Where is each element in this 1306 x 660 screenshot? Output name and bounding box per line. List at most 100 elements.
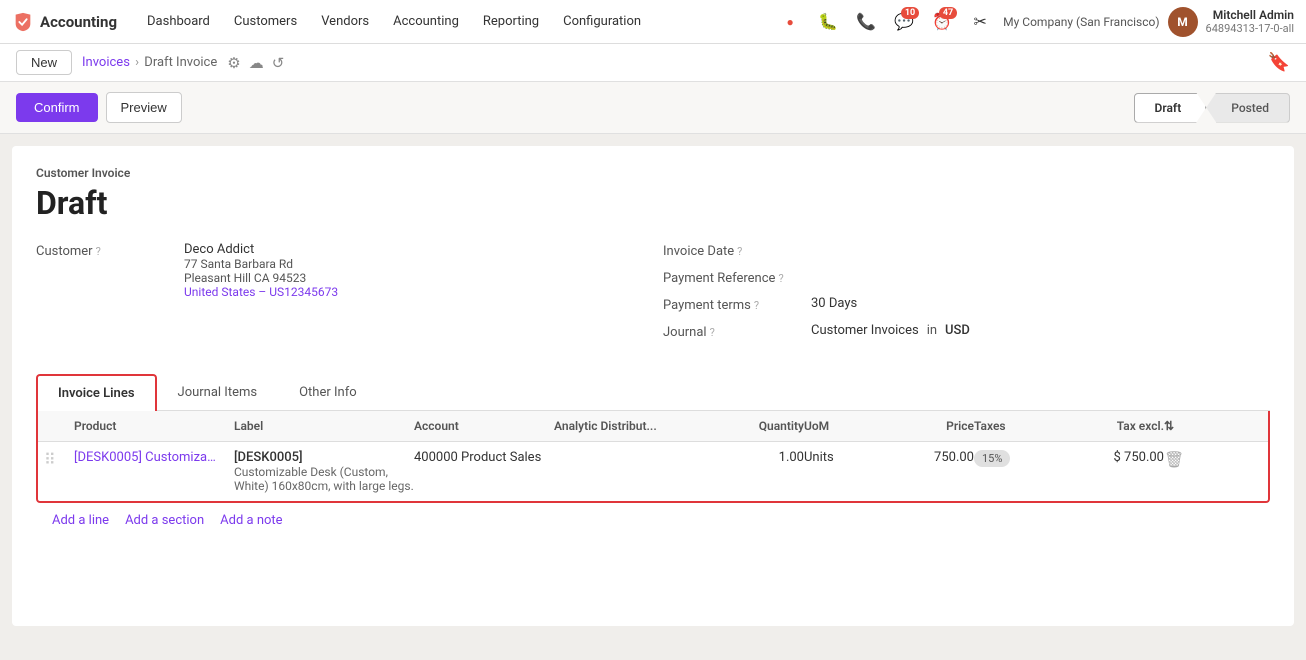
add-note-link[interactable]: Add a note <box>220 513 282 528</box>
clock-badge: 47 <box>939 7 957 19</box>
payment-reference-field: Payment Reference ? <box>663 269 1270 286</box>
user-code: 64894313-17-0-all <box>1206 22 1294 35</box>
chat-icon[interactable]: 💬 10 <box>889 7 919 37</box>
tab-other-info[interactable]: Other Info <box>278 374 378 411</box>
form-right-column: Invoice Date ? Payment Reference ? Payme… <box>663 242 1270 350</box>
add-line-link[interactable]: Add a line <box>52 513 109 528</box>
currency-in-label: in <box>927 323 937 338</box>
customer-address-2: Pleasant Hill CA 94523 <box>184 271 338 285</box>
user-avatar[interactable]: M <box>1168 7 1198 37</box>
journal-value[interactable]: Customer Invoices <box>811 323 919 338</box>
nav-vendors[interactable]: Vendors <box>311 10 379 33</box>
nav-customers[interactable]: Customers <box>224 10 307 33</box>
refresh-icon[interactable]: ↺ <box>272 54 285 72</box>
row-label-main: [DESK0005] <box>234 450 414 465</box>
payment-terms-value[interactable]: 30 Days <box>811 296 857 311</box>
customer-help-icon[interactable]: ? <box>96 245 101 258</box>
invoice-date-label: Invoice Date ? <box>663 242 803 259</box>
breadcrumb-current: Draft Invoice <box>144 55 217 70</box>
th-label: Label <box>234 419 414 433</box>
invoice-type-label: Customer Invoice <box>36 166 1270 180</box>
tab-invoice-lines[interactable]: Invoice Lines <box>36 374 157 411</box>
status-posted[interactable]: Posted <box>1206 93 1290 123</box>
cloud-icon[interactable]: ☁ <box>249 54 264 72</box>
main-content: Customer Invoice Draft Customer ? Deco A… <box>12 146 1294 626</box>
tax-badge[interactable]: 15% <box>974 450 1010 467</box>
new-button[interactable]: New <box>16 50 72 75</box>
table-header: Product Label Account Analytic Distribut… <box>38 411 1268 442</box>
customer-field: Customer ? Deco Addict 77 Santa Barbara … <box>36 242 643 299</box>
tab-journal-items[interactable]: Journal Items <box>157 374 279 411</box>
confirm-button[interactable]: Confirm <box>16 93 98 122</box>
th-analytic: Analytic Distribut... <box>554 419 724 433</box>
invoice-lines-table: Product Label Account Analytic Distribut… <box>36 411 1270 503</box>
nav-dashboard[interactable]: Dashboard <box>137 10 220 33</box>
th-quantity: Quantity <box>724 419 804 433</box>
row-drag-handle[interactable]: ⠿ <box>44 450 74 469</box>
invoice-date-field: Invoice Date ? <box>663 242 1270 259</box>
payment-reference-help-icon[interactable]: ? <box>778 272 783 285</box>
row-tax-excl: $ 750.00 <box>1064 450 1164 465</box>
currency-value[interactable]: USD <box>945 323 970 338</box>
action-bar: Confirm Preview Draft Posted <box>0 82 1306 134</box>
status-bar: Draft Posted <box>1134 93 1290 123</box>
status-dot-icon[interactable]: ● <box>775 7 805 37</box>
wrench-icon[interactable]: ✂ <box>965 7 995 37</box>
customer-name-link[interactable]: Deco Addict <box>184 242 254 257</box>
invoice-form: Customer ? Deco Addict 77 Santa Barbara … <box>36 242 1270 350</box>
tabs-bar: Invoice Lines Journal Items Other Info <box>36 374 1270 411</box>
invoice-date-help-icon[interactable]: ? <box>737 245 742 258</box>
th-account: Account <box>414 419 554 433</box>
user-name: Mitchell Admin <box>1206 8 1294 22</box>
app-name: Accounting <box>40 13 117 31</box>
row-label[interactable]: [DESK0005] Customizable Desk (Custom, Wh… <box>234 450 414 493</box>
th-taxes: Taxes <box>974 419 1064 433</box>
clock-icon[interactable]: ⏰ 47 <box>927 7 957 37</box>
th-tax-excl: Tax excl. <box>1064 419 1164 433</box>
customer-address-1: 77 Santa Barbara Rd <box>184 257 338 271</box>
payment-terms-field: Payment terms ? 30 Days <box>663 296 1270 313</box>
customer-label: Customer ? <box>36 242 176 259</box>
journal-help-icon[interactable]: ? <box>710 326 715 339</box>
table-row: ⠿ [DESK0005] Customiza… [DESK0005] Custo… <box>38 442 1268 501</box>
th-price: Price <box>884 419 974 433</box>
breadcrumb: Invoices › Draft Invoice <box>82 55 217 70</box>
customer-value: Deco Addict 77 Santa Barbara Rd Pleasant… <box>184 242 338 299</box>
user-info[interactable]: Mitchell Admin 64894313-17-0-all <box>1206 8 1294 35</box>
nav-menu: Dashboard Customers Vendors Accounting R… <box>137 10 755 33</box>
bug-icon[interactable]: 🐛 <box>813 7 843 37</box>
add-section-link[interactable]: Add a section <box>125 513 204 528</box>
form-left-column: Customer ? Deco Addict 77 Santa Barbara … <box>36 242 643 350</box>
payment-terms-help-icon[interactable]: ? <box>754 299 759 312</box>
row-label-detail: Customizable Desk (Custom, White) 160x80… <box>234 465 414 493</box>
nav-configuration[interactable]: Configuration <box>553 10 651 33</box>
row-uom[interactable]: Units <box>804 450 884 465</box>
phone-icon[interactable]: 📞 <box>851 7 881 37</box>
nav-reporting[interactable]: Reporting <box>473 10 549 33</box>
customer-address-3[interactable]: United States – US12345673 <box>184 285 338 299</box>
th-product: Product <box>74 419 234 433</box>
status-draft[interactable]: Draft <box>1134 93 1207 123</box>
row-taxes[interactable]: 15% <box>974 450 1064 467</box>
row-quantity[interactable]: 1.00 <box>724 450 804 465</box>
payment-terms-label: Payment terms ? <box>663 296 803 313</box>
row-product[interactable]: [DESK0005] Customiza… <box>74 450 234 465</box>
table-footer: Add a line Add a section Add a note <box>36 503 1270 538</box>
settings-icon[interactable]: ⚙ <box>227 54 240 72</box>
breadcrumb-bar: New Invoices › Draft Invoice ⚙ ☁ ↺ 🔖 <box>0 44 1306 82</box>
breadcrumb-separator: › <box>135 55 139 70</box>
journal-field: Journal ? Customer Invoices in USD <box>663 323 1270 340</box>
payment-reference-label: Payment Reference ? <box>663 269 803 286</box>
row-account[interactable]: 400000 Product Sales <box>414 450 554 465</box>
breadcrumb-parent-link[interactable]: Invoices <box>82 55 130 70</box>
row-price[interactable]: 750.00 <box>884 450 974 465</box>
top-navigation: Accounting Dashboard Customers Vendors A… <box>0 0 1306 44</box>
breadcrumb-icons: ⚙ ☁ ↺ <box>227 54 284 72</box>
app-logo[interactable]: Accounting <box>12 11 117 33</box>
company-name[interactable]: My Company (San Francisco) <box>1003 15 1159 29</box>
row-delete-button[interactable]: 🗑 <box>1164 450 1204 469</box>
journal-label: Journal ? <box>663 323 803 340</box>
preview-button[interactable]: Preview <box>106 92 182 123</box>
nav-accounting[interactable]: Accounting <box>383 10 469 33</box>
bookmark-icon[interactable]: 🔖 <box>1268 52 1290 73</box>
